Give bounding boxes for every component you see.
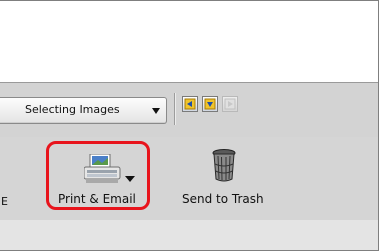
arrow-down-button[interactable] bbox=[202, 96, 218, 112]
truncated-action-label: E bbox=[1, 195, 8, 208]
trash-icon[interactable] bbox=[212, 149, 236, 183]
print-icon[interactable] bbox=[84, 154, 122, 184]
toolbar-separator bbox=[174, 93, 175, 125]
arrow-right-icon bbox=[224, 98, 236, 110]
print-menu-arrow-icon[interactable] bbox=[125, 176, 135, 182]
application-window: Selecting Images E Print & Email Send to… bbox=[0, 0, 379, 251]
chevron-down-icon bbox=[152, 108, 160, 114]
bottom-panel bbox=[0, 220, 378, 250]
arrow-down-icon bbox=[204, 98, 216, 110]
mode-dropdown-value: Selecting Images bbox=[25, 103, 120, 116]
navigation-toolbar: Selecting Images bbox=[0, 82, 378, 139]
print-email-button-label[interactable]: Print & Email bbox=[58, 192, 136, 206]
arrow-left-icon bbox=[184, 98, 196, 110]
arrow-right-button[interactable] bbox=[222, 96, 238, 112]
content-area bbox=[0, 1, 378, 82]
mode-dropdown[interactable]: Selecting Images bbox=[0, 97, 167, 124]
actions-toolbar: E Print & Email Send to Trash bbox=[0, 137, 378, 221]
arrow-left-button[interactable] bbox=[182, 96, 198, 112]
send-to-trash-button-label[interactable]: Send to Trash bbox=[182, 192, 264, 206]
